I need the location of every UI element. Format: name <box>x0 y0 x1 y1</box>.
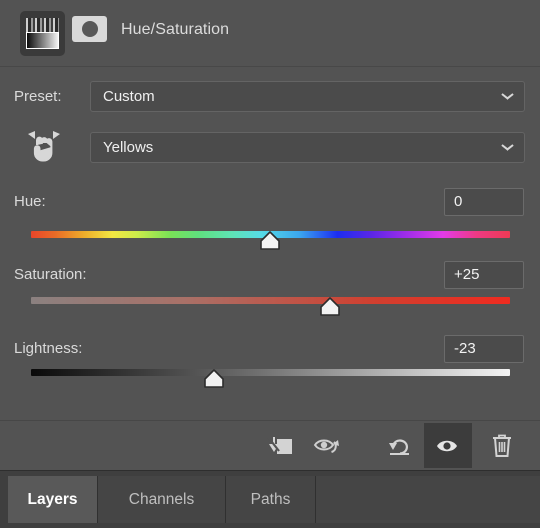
mask-dot <box>81 21 98 37</box>
panel-tab-bar: Layers Channels Paths <box>0 470 540 528</box>
tab-channels-label: Channels <box>128 491 195 508</box>
color-range-value: Yellows <box>103 139 154 156</box>
saturation-value: +25 <box>454 266 480 283</box>
on-image-adjustment-hand-icon[interactable] <box>22 129 66 171</box>
saturation-value-input[interactable]: +25 <box>444 261 524 289</box>
adjustment-thumbnail-graphic <box>26 18 59 49</box>
saturation-slider-track[interactable] <box>31 297 510 304</box>
tab-channels[interactable]: Channels <box>98 476 226 523</box>
preset-value: Custom <box>103 88 155 105</box>
delete-adjustment-layer-button[interactable] <box>478 423 526 468</box>
chevron-down-icon <box>502 144 513 151</box>
tab-bar-empty-area <box>316 476 540 523</box>
lightness-slider-thumb[interactable] <box>203 369 225 389</box>
hue-label: Hue: <box>14 193 46 210</box>
tab-layers-label: Layers <box>27 491 78 508</box>
lightness-value: -23 <box>454 340 476 357</box>
chevron-down-icon <box>502 93 513 100</box>
color-range-dropdown[interactable]: Yellows <box>90 132 525 163</box>
toggle-layer-visibility-button[interactable] <box>424 423 472 468</box>
preset-dropdown[interactable]: Custom <box>90 81 525 112</box>
layer-mask-thumbnail-icon[interactable] <box>72 16 107 42</box>
panel-header: Hue/Saturation <box>0 0 540 67</box>
reset-adjustment-button[interactable] <box>376 423 424 468</box>
hue-value: 0 <box>454 193 463 210</box>
tab-paths-label: Paths <box>250 491 291 508</box>
tab-layers[interactable]: Layers <box>8 476 98 523</box>
lightness-value-input[interactable]: -23 <box>444 335 524 363</box>
tab-paths[interactable]: Paths <box>226 476 316 523</box>
hue-saturation-properties-panel: Hue/Saturation Preset: Custom Yellows Hu… <box>0 0 540 528</box>
thumbnail-bars <box>26 18 59 32</box>
preset-label: Preset: <box>14 88 62 105</box>
lightness-slider-track[interactable] <box>31 369 510 376</box>
header-divider <box>0 66 540 67</box>
saturation-label: Saturation: <box>14 266 87 283</box>
saturation-slider-thumb[interactable] <box>319 297 341 317</box>
thumbnail-gradient <box>27 33 58 48</box>
hue-slider-thumb[interactable] <box>259 231 281 251</box>
clip-to-layer-button[interactable] <box>256 423 304 468</box>
lightness-label: Lightness: <box>14 340 83 357</box>
panel-toolbar <box>0 421 540 470</box>
page-title: Hue/Saturation <box>121 21 230 38</box>
hue-saturation-thumbnail-icon[interactable] <box>20 11 65 56</box>
view-previous-state-button[interactable] <box>304 423 352 468</box>
hue-value-input[interactable]: 0 <box>444 188 524 216</box>
